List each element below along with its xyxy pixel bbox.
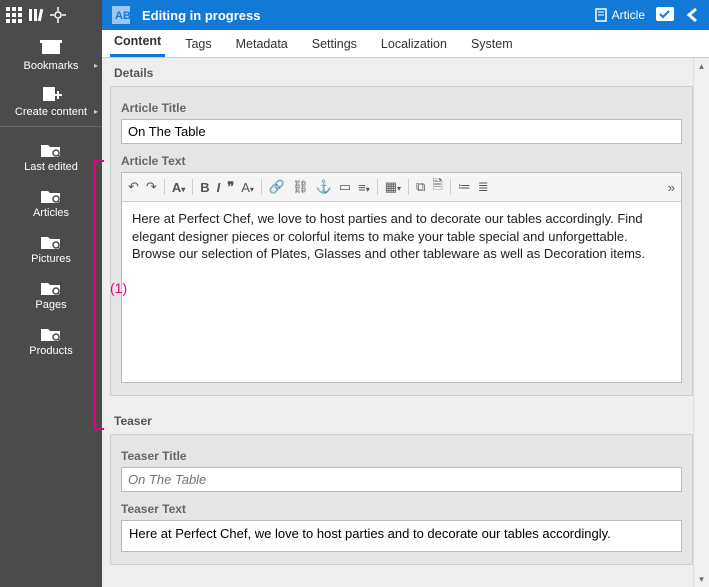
bookmarks-icon bbox=[40, 38, 62, 58]
sidebar-item-products[interactable]: Products bbox=[0, 315, 102, 361]
sidebar-item-create-content[interactable]: Create content ▸ bbox=[0, 76, 102, 122]
article-label: Article bbox=[612, 8, 645, 22]
apps-icon[interactable] bbox=[6, 7, 22, 23]
tab-system[interactable]: System bbox=[467, 31, 517, 57]
scroll-down-icon[interactable]: ▾ bbox=[694, 571, 709, 587]
content-area: Details Article Title Article Text ↶ ↷ A… bbox=[102, 58, 709, 587]
teaser-text-input[interactable]: Here at Perfect Chef, we love to host pa… bbox=[121, 520, 682, 552]
sidebar-item-label: Last edited bbox=[24, 161, 78, 173]
topbar: AB Editing in progress Article bbox=[102, 0, 709, 30]
image-icon[interactable]: ▭ bbox=[339, 179, 351, 195]
article-text-label: Article Text bbox=[121, 154, 682, 168]
teaser-title-input[interactable] bbox=[121, 467, 682, 492]
sidebar-item-pages[interactable]: Pages bbox=[0, 269, 102, 315]
teaser-text-label: Teaser Text bbox=[121, 502, 682, 516]
font-size-icon[interactable]: A▾ bbox=[172, 180, 185, 195]
details-panel: Article Title Article Text ↶ ↷ A▾ B I ❞ … bbox=[110, 86, 693, 396]
tab-localization[interactable]: Localization bbox=[377, 31, 451, 57]
sidebar-top bbox=[0, 0, 102, 30]
sidebar: Bookmarks ▸ Create content ▸ Last edited… bbox=[0, 0, 102, 587]
sidebar-item-articles[interactable]: Articles bbox=[0, 177, 102, 223]
quote-icon[interactable]: ❞ bbox=[227, 179, 234, 195]
link-icon[interactable]: 🔗 bbox=[269, 179, 285, 195]
align-icon[interactable]: ≡▾ bbox=[358, 180, 370, 195]
sidebar-item-label: Products bbox=[29, 345, 72, 357]
section-details: Details bbox=[110, 58, 693, 86]
create-content-icon bbox=[40, 84, 62, 104]
sidebar-item-pictures[interactable]: Pictures bbox=[0, 223, 102, 269]
article-title-input[interactable] bbox=[121, 119, 682, 144]
folder-search-icon bbox=[40, 185, 62, 205]
folder-search-icon bbox=[40, 231, 62, 251]
content-type-icon: AB bbox=[112, 6, 130, 24]
undo-icon[interactable]: ↶ bbox=[128, 179, 139, 195]
article-icon bbox=[594, 8, 608, 22]
anchor-icon[interactable]: ⚓ bbox=[316, 179, 332, 195]
sidebar-item-label: Articles bbox=[33, 207, 69, 219]
unordered-list-icon[interactable]: ≣ bbox=[478, 179, 489, 195]
folder-search-icon bbox=[40, 139, 62, 159]
sidebar-item-label: Pictures bbox=[31, 253, 71, 265]
target-icon[interactable] bbox=[50, 7, 66, 23]
folder-search-icon bbox=[40, 323, 62, 343]
section-teaser: Teaser bbox=[110, 406, 693, 434]
unlink-icon[interactable]: ⛓ bbox=[292, 179, 309, 195]
library-icon[interactable] bbox=[28, 7, 44, 23]
sidebar-item-label: Create content bbox=[15, 106, 87, 118]
tab-metadata[interactable]: Metadata bbox=[232, 31, 292, 57]
tab-content[interactable]: Content bbox=[110, 28, 165, 57]
tab-tags[interactable]: Tags bbox=[181, 31, 215, 57]
sidebar-item-bookmarks[interactable]: Bookmarks ▸ bbox=[0, 30, 102, 76]
sidebar-item-label: Pages bbox=[35, 299, 66, 311]
ordered-list-icon[interactable]: ≔ bbox=[458, 179, 471, 195]
redo-icon[interactable]: ↷ bbox=[146, 179, 157, 195]
font-color-icon[interactable]: A▾ bbox=[241, 180, 254, 195]
embed-icon[interactable]: ⧉ bbox=[416, 179, 425, 195]
teaser-panel: Teaser Title Teaser Text Here at Perfect… bbox=[110, 434, 693, 565]
template-icon[interactable]: 🗎 bbox=[432, 176, 442, 198]
tab-settings[interactable]: Settings bbox=[308, 31, 361, 57]
table-icon[interactable]: ▦▾ bbox=[385, 179, 401, 195]
editor-toolbar: ↶ ↷ A▾ B I ❞ A▾ 🔗 ⛓ ⚓ ▭ ≡▾ ▦▾ bbox=[122, 173, 681, 202]
tabs: Content Tags Metadata Settings Localizat… bbox=[102, 30, 709, 58]
teaser-title-label: Teaser Title bbox=[121, 449, 682, 463]
scroll-up-icon[interactable]: ▴ bbox=[694, 58, 709, 74]
sidebar-divider bbox=[0, 126, 102, 127]
article-indicator[interactable]: Article bbox=[594, 8, 645, 22]
collapse-icon[interactable] bbox=[685, 7, 699, 23]
bold-icon[interactable]: B bbox=[200, 180, 209, 195]
chevron-right-icon: ▸ bbox=[94, 61, 98, 70]
more-tools-icon[interactable]: » bbox=[668, 180, 675, 195]
italic-icon[interactable]: I bbox=[217, 180, 221, 195]
article-title-label: Article Title bbox=[121, 101, 682, 115]
main: AB Editing in progress Article Content T… bbox=[102, 0, 709, 587]
approve-icon[interactable] bbox=[655, 6, 675, 24]
page-title: Editing in progress bbox=[142, 8, 260, 23]
svg-text:AB: AB bbox=[115, 10, 130, 22]
scrollbar[interactable]: ▴ ▾ bbox=[693, 58, 709, 587]
sidebar-item-last-edited[interactable]: Last edited bbox=[0, 131, 102, 177]
chevron-right-icon: ▸ bbox=[94, 107, 98, 116]
article-text-editor: ↶ ↷ A▾ B I ❞ A▾ 🔗 ⛓ ⚓ ▭ ≡▾ ▦▾ bbox=[121, 172, 682, 383]
sidebar-item-label: Bookmarks bbox=[23, 60, 78, 72]
folder-search-icon bbox=[40, 277, 62, 297]
article-text-body[interactable]: Here at Perfect Chef, we love to host pa… bbox=[122, 202, 681, 382]
